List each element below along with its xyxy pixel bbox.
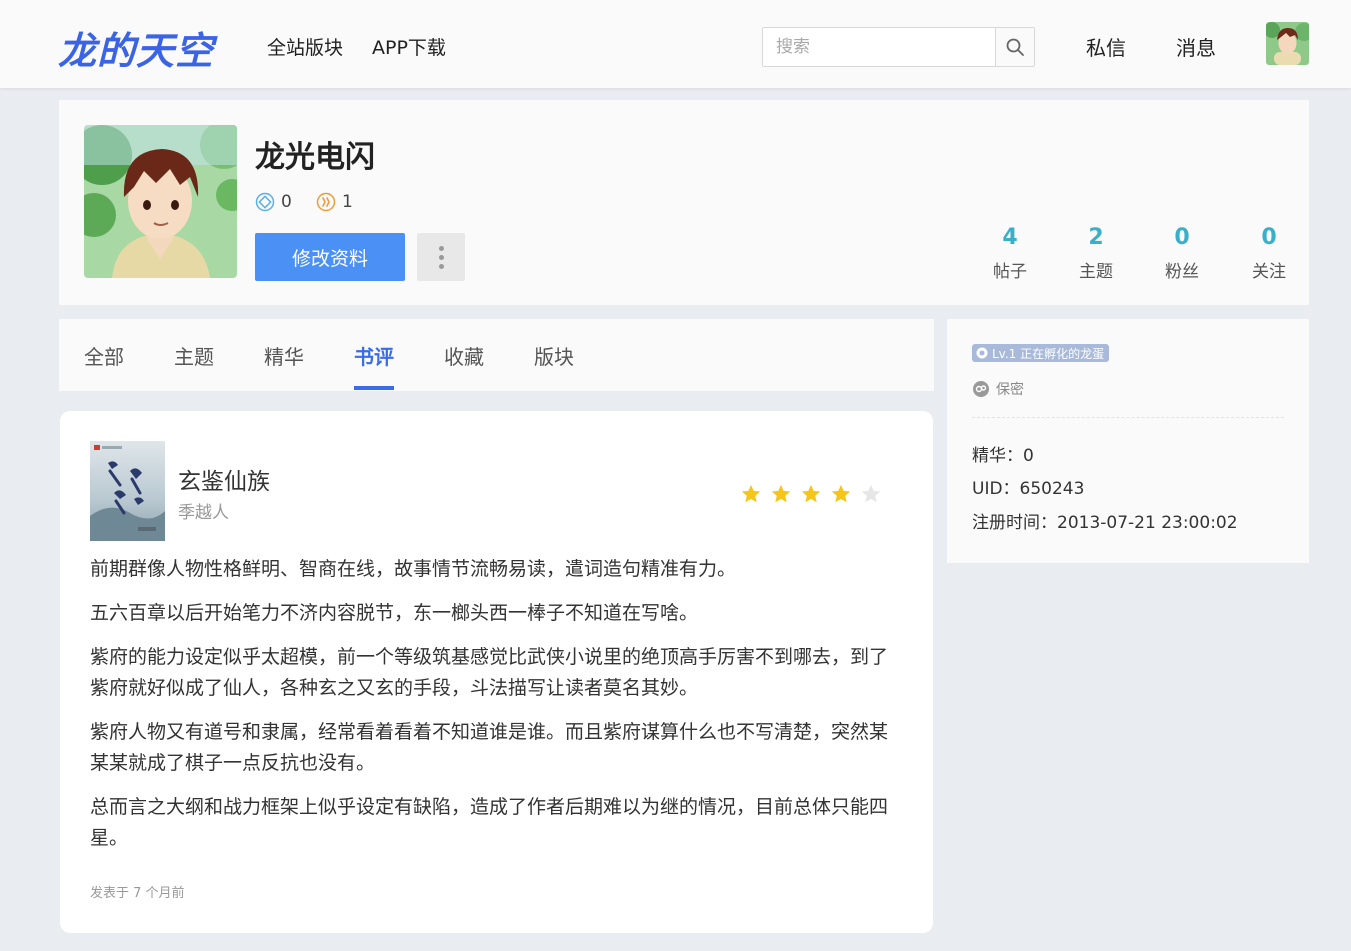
stat-topics[interactable]: 2 主题	[1066, 225, 1126, 282]
stat-fans-value: 0	[1174, 225, 1190, 250]
rating-stars	[740, 483, 882, 505]
profile-tabs: 全部 主题 精华 书评 收藏 版块	[59, 319, 934, 391]
header-avatar[interactable]	[1266, 22, 1309, 65]
nav-all-boards[interactable]: 全站版块	[267, 33, 343, 60]
book-cover[interactable]	[90, 441, 165, 541]
star-empty-icon	[861, 484, 881, 503]
book-author[interactable]: 季越人	[178, 498, 229, 523]
star-filled-icon	[741, 484, 761, 503]
gender-icon	[973, 381, 989, 397]
level-badge: Lv.1 正在孵化的龙蛋	[972, 344, 1110, 362]
gender-info: 保密	[972, 379, 1024, 399]
featured-count: 精华：0	[972, 446, 1034, 466]
search-icon	[1006, 38, 1024, 56]
post-time: 发表于 7 个月前	[90, 886, 185, 901]
top-bar: 龙的天空 全站版块 APP下载 私信 消息	[0, 0, 1351, 88]
active-tab-indicator	[354, 386, 394, 390]
tab-topics[interactable]: 主题	[174, 341, 214, 370]
tab-book-reviews[interactable]: 书评	[354, 341, 394, 370]
review-body: 前期群像人物性格鲜明、智商在线，故事情节流畅易读，遣词造句精准有力。 五六百章以…	[90, 554, 905, 867]
star-filled-icon	[801, 484, 821, 503]
tab-featured[interactable]: 精华	[264, 341, 304, 370]
coin-badge-icon	[316, 192, 336, 212]
site-logo[interactable]: 龙的天空	[58, 20, 214, 75]
book-title[interactable]: 玄鉴仙族	[178, 462, 270, 496]
tab-boards[interactable]: 版块	[534, 341, 574, 370]
username: 龙光电闪	[255, 140, 375, 175]
level-text: Lv.1 正在孵化的龙蛋	[992, 346, 1105, 361]
tab-favorites[interactable]: 收藏	[444, 341, 484, 370]
notifications-link[interactable]: 消息	[1176, 32, 1216, 61]
search-input[interactable]	[763, 28, 996, 66]
stat-posts-value: 4	[1002, 225, 1018, 250]
search-box	[762, 27, 1035, 67]
more-options-button[interactable]	[417, 233, 465, 281]
stat-topics-value: 2	[1088, 225, 1104, 250]
sidebar-divider	[972, 417, 1284, 418]
review-paragraph: 紫府人物又有道号和隶属，经常看着看着不知道谁是谁。而且紫府谋算什么也不写清楚，突…	[90, 721, 889, 774]
stat-topics-label: 主题	[1079, 262, 1113, 282]
more-dots-icon	[438, 245, 444, 251]
review-paragraph: 前期群像人物性格鲜明、智商在线，故事情节流畅易读，遣词造句精准有力。	[90, 558, 737, 580]
review-paragraph: 五六百章以后开始笔力不济内容脱节，东一榔头西一棒子不知道在写啥。	[90, 602, 699, 624]
stat-following[interactable]: 0 关注	[1239, 225, 1299, 282]
register-time: 注册时间：2013-07-21 23:00:02	[972, 513, 1238, 533]
gender-text: 保密	[996, 382, 1024, 398]
review-paragraph: 紫府的能力设定似乎太超模，前一个等级筑基感觉比武侠小说里的绝顶高手厉害不到哪去，…	[90, 646, 889, 699]
profile-card: 龙光电闪 0 1 修改资料 4 帖子 2 主题 0 粉丝 0 关注	[59, 100, 1309, 305]
badge-coin-value: 1	[342, 192, 353, 212]
stat-fans[interactable]: 0 粉丝	[1152, 225, 1212, 282]
stat-following-label: 关注	[1252, 262, 1286, 282]
user-uid: UID：650243	[972, 479, 1085, 499]
stat-following-value: 0	[1261, 225, 1277, 250]
stat-posts[interactable]: 4 帖子	[980, 225, 1040, 282]
star-filled-icon	[831, 484, 851, 503]
badge-coin: 1	[316, 192, 353, 212]
star-filled-icon	[771, 484, 791, 503]
diamond-badge-icon	[255, 192, 275, 212]
level-gear-icon	[976, 347, 988, 359]
badge-diamond: 0	[255, 192, 292, 212]
review-paragraph: 总而言之大纲和战力框架上似乎设定有缺陷，造成了作者后期难以为继的情况，目前总体只…	[90, 796, 889, 849]
badge-diamond-value: 0	[281, 192, 292, 212]
private-message-link[interactable]: 私信	[1086, 32, 1126, 61]
search-button[interactable]	[995, 28, 1034, 66]
tab-all[interactable]: 全部	[84, 341, 124, 370]
nav-app-download[interactable]: APP下载	[372, 33, 446, 60]
stat-fans-label: 粉丝	[1165, 262, 1199, 282]
edit-profile-button[interactable]: 修改资料	[255, 233, 405, 281]
stat-posts-label: 帖子	[993, 262, 1027, 282]
book-review-card: 玄鉴仙族 季越人 前期群像人物性格鲜明、智商在线，故事情节流畅易读，遣词造句精准…	[60, 411, 933, 933]
user-avatar[interactable]	[84, 125, 237, 278]
user-info-sidebar: Lv.1 正在孵化的龙蛋 保密 精华：0 UID：650243 注册时间：201…	[947, 319, 1309, 563]
